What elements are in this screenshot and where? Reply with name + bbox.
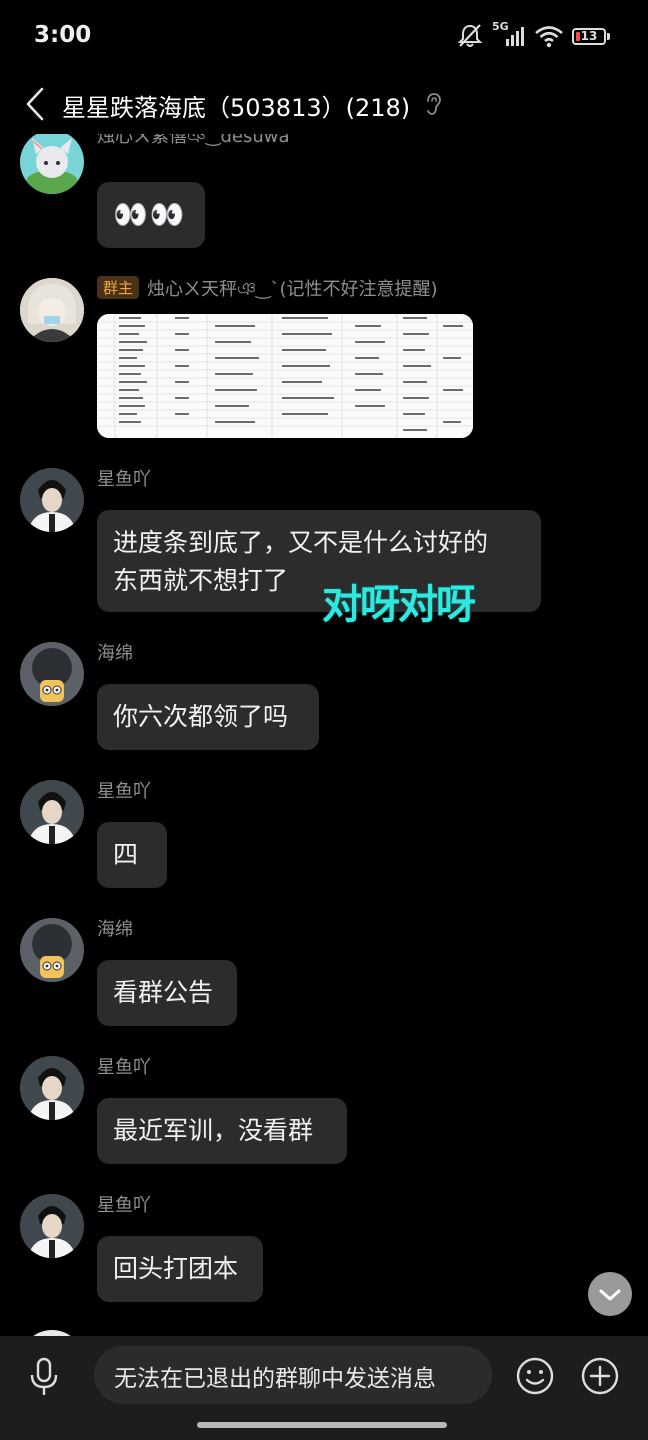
message-bubble[interactable]: 看群公告 (97, 960, 237, 1026)
status-icons: 5G 13 (456, 20, 610, 50)
message-bubble[interactable]: 最近军训，没看群 (97, 1098, 347, 1164)
ear-icon[interactable] (424, 92, 442, 116)
message-text-line-2: 东西就不想打了 (113, 566, 289, 595)
scroll-to-bottom-button[interactable] (588, 1272, 632, 1316)
sender-name: 星鱼吖 (97, 469, 151, 490)
message-bubble[interactable]: 👀👀 (97, 182, 205, 248)
mute-icon (457, 24, 483, 47)
message-bubble[interactable]: 进度条到底了，又不是什么讨好的 东西就不想打了 (97, 510, 541, 612)
battery-level: 13 (580, 28, 598, 43)
message-input[interactable]: 无法在已退出的群聊中发送消息 (94, 1346, 492, 1404)
message-text: 回头打团本 (113, 1254, 239, 1283)
smiley-icon[interactable] (515, 1356, 555, 1396)
status-bar: 3:00 5G 13 (0, 0, 648, 72)
message-text-line-1: 进度条到底了，又不是什么讨好的 (113, 528, 489, 557)
home-indicator[interactable] (197, 1422, 447, 1428)
input-disabled-text: 无法在已退出的群聊中发送消息 (114, 1366, 436, 1392)
status-time: 3:00 (34, 22, 92, 48)
network-type: 5G (492, 20, 509, 33)
sender-name: 群主 烛心ㄨ天秤ঞ‿`(记性不好注意提醒) (97, 275, 438, 306)
sender-name: 星鱼吖 (97, 1195, 151, 1216)
sender-name: 海绵 (97, 919, 133, 940)
message-text: 你六次都领了吗 (113, 702, 289, 731)
message-bubble[interactable]: 你六次都领了吗 (97, 684, 319, 750)
sender-name: 星鱼吖 (97, 781, 151, 802)
plus-icon[interactable] (580, 1356, 620, 1396)
avatar[interactable] (20, 1056, 84, 1120)
avatar[interactable] (20, 918, 84, 982)
sender-name: 星鱼吖 (97, 1057, 151, 1078)
wifi-icon (535, 26, 563, 48)
sender-name: 烛心ㄨ紫僖ঞ‿desuwa (97, 134, 290, 147)
back-arrow-icon[interactable] (22, 86, 48, 122)
group-title[interactable]: 星星跌落海底（503813）(218) (62, 88, 410, 123)
message-text: 四 (113, 840, 139, 869)
sender-name: 海绵 (97, 643, 133, 664)
avatar[interactable] (20, 642, 84, 706)
message-text: 看群公告 (113, 978, 214, 1007)
spreadsheet-image[interactable] (97, 314, 473, 438)
microphone-icon[interactable] (28, 1357, 60, 1397)
avatar[interactable] (20, 1194, 84, 1258)
avatar[interactable] (20, 278, 84, 342)
battery-icon: 13 (572, 27, 610, 45)
avatar[interactable] (20, 468, 84, 532)
avatar[interactable] (20, 134, 84, 194)
eyes-emoji: 👀👀 (113, 198, 187, 231)
chevron-down-icon (599, 1289, 621, 1301)
signal-icon: 5G (492, 20, 526, 49)
sender-name-text: 烛心ㄨ天秤ঞ‿`(记性不好注意提醒) (147, 279, 438, 300)
input-bar: 无法在已退出的群聊中发送消息 (0, 1336, 648, 1440)
message-text: 最近军训，没看群 (113, 1116, 314, 1145)
avatar[interactable] (20, 780, 84, 844)
message-bubble[interactable]: 四 (97, 822, 167, 888)
owner-badge: 群主 (97, 276, 140, 299)
message-bubble[interactable]: 回头打团本 (97, 1236, 263, 1302)
message-list[interactable]: 烛心ㄨ紫僖ঞ‿desuwa 👀👀 群主 烛心ㄨ天秤ঞ‿`(记性不好注意提醒) 星… (0, 134, 648, 1336)
chat-header: 星星跌落海底（503813）(218) (0, 72, 648, 134)
overlay-text: 对呀对呀 (322, 582, 476, 628)
